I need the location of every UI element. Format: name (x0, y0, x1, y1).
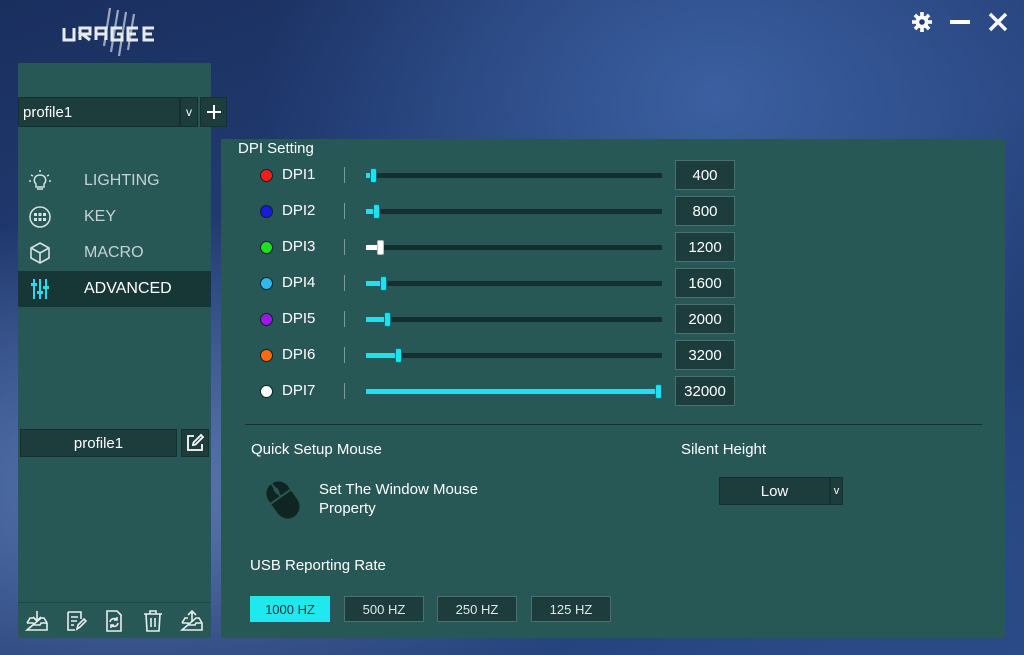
nav-label: LIGHTING (84, 172, 160, 189)
mouse-icon[interactable] (259, 476, 307, 524)
nav-menu: LIGHTING KEY MACRO ADVANCED (18, 163, 211, 307)
dpi-color-dot[interactable] (260, 169, 273, 182)
dpi-setting-title: DPI Setting (238, 140, 314, 157)
dpi-separator (344, 203, 345, 219)
export-icon[interactable] (179, 608, 205, 634)
dpi-color-dot[interactable] (260, 241, 273, 254)
window-controls (910, 10, 1010, 34)
dpi-label: DPI2 (282, 202, 316, 219)
settings-gear-icon[interactable] (910, 10, 934, 34)
nav-item-macro[interactable]: MACRO (18, 235, 211, 271)
refresh-icon[interactable] (101, 608, 127, 634)
dpi-slider-thumb[interactable] (384, 312, 391, 327)
divider (245, 424, 982, 425)
dpi-label: DPI1 (282, 166, 316, 183)
dpi-slider[interactable] (366, 204, 662, 219)
dpi-label: DPI4 (282, 274, 316, 291)
edit-profile-button[interactable] (181, 429, 209, 457)
dpi-slider[interactable] (366, 348, 662, 363)
rate-500hz-button[interactable]: 500 HZ (344, 596, 424, 622)
close-icon[interactable] (986, 10, 1010, 34)
dpi-value-field[interactable]: 3200 (675, 340, 735, 370)
quick-setup-line-2: Property (319, 500, 376, 517)
import-icon[interactable] (24, 608, 50, 634)
dpi-slider-fill (366, 353, 398, 358)
minimize-icon[interactable] (948, 10, 972, 34)
quick-setup-title: Quick Setup Mouse (251, 441, 382, 458)
dpi-label: DPI3 (282, 238, 316, 255)
dpi-slider[interactable] (366, 168, 662, 183)
dpi-slider[interactable] (366, 276, 662, 291)
rate-250hz-button[interactable]: 250 HZ (437, 596, 517, 622)
dpi-separator (344, 347, 345, 363)
dpi-separator (344, 383, 345, 399)
keyboard-icon (29, 206, 51, 228)
notes-icon[interactable] (63, 608, 89, 634)
dpi-label: DPI6 (282, 346, 316, 363)
dpi-value-field[interactable]: 1200 (675, 232, 735, 262)
profile-name-field[interactable]: profile1 (20, 429, 177, 457)
dpi-row: DPI5 2000 (221, 304, 1005, 334)
dpi-separator (344, 311, 345, 327)
dpi-color-dot[interactable] (260, 313, 273, 326)
profile-select[interactable]: profile1 (18, 97, 180, 127)
dpi-slider-thumb[interactable] (395, 348, 402, 363)
dpi-color-dot[interactable] (260, 277, 273, 290)
usb-rate-title: USB Reporting Rate (250, 557, 386, 574)
rate-125hz-button[interactable]: 125 HZ (531, 596, 611, 622)
dpi-slider[interactable] (366, 240, 662, 255)
dpi-color-dot[interactable] (260, 385, 273, 398)
rate-1000hz-button[interactable]: 1000 HZ (250, 596, 330, 622)
dpi-value-field[interactable]: 400 (675, 160, 735, 190)
silent-height-title: Silent Height (681, 441, 767, 458)
lightbulb-icon (29, 170, 51, 190)
quick-setup-line-1: Set The Window Mouse (319, 481, 478, 498)
dpi-slider[interactable] (366, 384, 662, 399)
add-profile-button[interactable] (200, 97, 227, 127)
dpi-slider[interactable] (366, 312, 662, 327)
trash-icon[interactable] (140, 608, 166, 634)
dpi-slider-thumb[interactable] (655, 384, 662, 399)
dpi-value-field[interactable]: 2000 (675, 304, 735, 334)
dpi-value-field[interactable]: 800 (675, 196, 735, 226)
quick-setup-description: Set The Window Mouse Property (319, 480, 519, 518)
dpi-color-dot[interactable] (260, 349, 273, 362)
dpi-value-field[interactable]: 32000 (675, 376, 735, 406)
nav-item-advanced[interactable]: ADVANCED (18, 271, 211, 307)
edit-icon (187, 433, 205, 451)
nav-label: MACRO (84, 244, 144, 261)
dpi-row: DPI7 32000 (221, 376, 1005, 406)
dpi-separator (344, 275, 345, 291)
sidebar-footer (18, 602, 211, 638)
nav-item-key[interactable]: KEY (18, 199, 211, 235)
dpi-row: DPI3 1200 (221, 232, 1005, 262)
plus-icon (206, 105, 221, 119)
dpi-separator (344, 239, 345, 255)
dpi-separator (344, 167, 345, 183)
urage-logo (62, 7, 154, 57)
silent-height-select[interactable]: Low (719, 477, 830, 505)
dpi-row: DPI2 800 (221, 196, 1005, 226)
dpi-label: DPI7 (282, 382, 316, 399)
main-panel: DPI Setting DPI1 400 DPI2 800 DPI3 1200 DPI4 16… (221, 139, 1005, 638)
dpi-slider-thumb[interactable] (370, 168, 377, 183)
dpi-slider-thumb[interactable] (373, 204, 380, 219)
dpi-row: DPI4 1600 (221, 268, 1005, 298)
silent-height-caret[interactable]: v (830, 477, 843, 505)
nav-label: ADVANCED (84, 280, 172, 297)
sidebar: profile1 v LIGHTING KEY MACRO ADVANCED p… (18, 63, 227, 638)
dpi-value-field[interactable]: 1600 (675, 268, 735, 298)
sliders-icon (31, 279, 49, 299)
dpi-label: DPI5 (282, 310, 316, 327)
dpi-slider-thumb[interactable] (380, 276, 387, 291)
cube-icon (30, 242, 50, 264)
nav-item-lighting[interactable]: LIGHTING (18, 163, 211, 199)
dpi-row: DPI1 400 (221, 160, 1005, 190)
dpi-color-dot[interactable] (260, 205, 273, 218)
dpi-slider-thumb[interactable] (377, 240, 384, 255)
dpi-slider-fill (366, 389, 658, 394)
nav-label: KEY (84, 208, 117, 225)
profile-dropdown-caret[interactable]: v (180, 97, 198, 127)
dpi-row: DPI6 3200 (221, 340, 1005, 370)
